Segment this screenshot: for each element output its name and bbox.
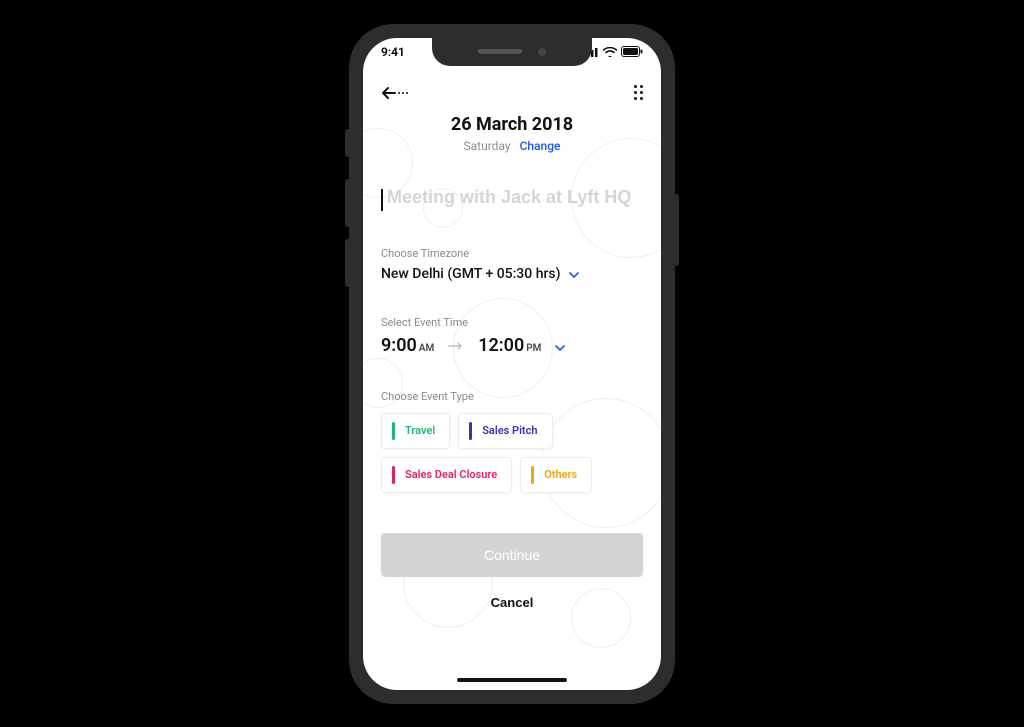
chip-color-bar: [469, 422, 472, 440]
start-ampm: AM: [419, 343, 434, 354]
chip-label: Travel: [405, 424, 435, 437]
event-type-options: Travel Sales Pitch Sales Deal Closure Other…: [381, 413, 643, 493]
change-date-link[interactable]: Change: [520, 139, 561, 153]
event-time-label: Select Event Time: [381, 316, 643, 329]
menu-button[interactable]: [634, 85, 643, 100]
home-indicator[interactable]: [457, 678, 567, 682]
timezone-selector[interactable]: New Delhi (GMT + 05:30 hrs): [381, 266, 643, 282]
chip-label: Others: [544, 468, 577, 481]
chevron-down-icon: [569, 266, 579, 282]
event-title-field[interactable]: [381, 187, 643, 213]
status-time: 9:41: [381, 45, 405, 59]
notch: [432, 38, 592, 66]
end-ampm: PM: [526, 343, 541, 354]
timezone-label: Choose Timezone: [381, 247, 643, 260]
chip-label: Sales Pitch: [482, 424, 537, 437]
side-button: [345, 129, 350, 157]
side-button: [345, 179, 350, 227]
event-type-label: Choose Event Type: [381, 390, 643, 403]
wifi-icon: [603, 47, 617, 57]
event-type-chip[interactable]: Sales Pitch: [458, 413, 552, 449]
event-type-chip[interactable]: Others: [520, 457, 592, 493]
chip-label: Sales Deal Closure: [405, 468, 497, 481]
event-type-chip[interactable]: Travel: [381, 413, 450, 449]
side-button: [674, 194, 679, 266]
event-title-input[interactable]: [381, 187, 643, 208]
date-title: 26 March 2018: [381, 114, 643, 135]
continue-button[interactable]: Continue: [381, 533, 643, 577]
status-indicators: [583, 46, 643, 57]
start-time: 9:00: [381, 335, 417, 356]
battery-icon: [621, 46, 643, 57]
date-day: Saturday: [464, 139, 511, 153]
chip-color-bar: [392, 466, 395, 484]
side-button: [345, 239, 350, 287]
back-button[interactable]: [381, 86, 409, 100]
phone-frame: 9:41: [349, 24, 675, 704]
text-cursor: [381, 189, 383, 211]
timezone-value: New Delhi (GMT + 05:30 hrs): [381, 266, 561, 282]
event-time-selector[interactable]: 9:00AM 12:00PM: [381, 335, 643, 356]
cancel-button[interactable]: Cancel: [381, 595, 643, 610]
chip-color-bar: [531, 466, 534, 484]
event-type-chip[interactable]: Sales Deal Closure: [381, 457, 512, 493]
arrow-right-icon: [448, 339, 464, 355]
screen: 9:41: [363, 38, 661, 690]
end-time: 12:00: [478, 335, 524, 356]
chip-color-bar: [392, 422, 395, 440]
chevron-down-icon: [555, 339, 565, 355]
